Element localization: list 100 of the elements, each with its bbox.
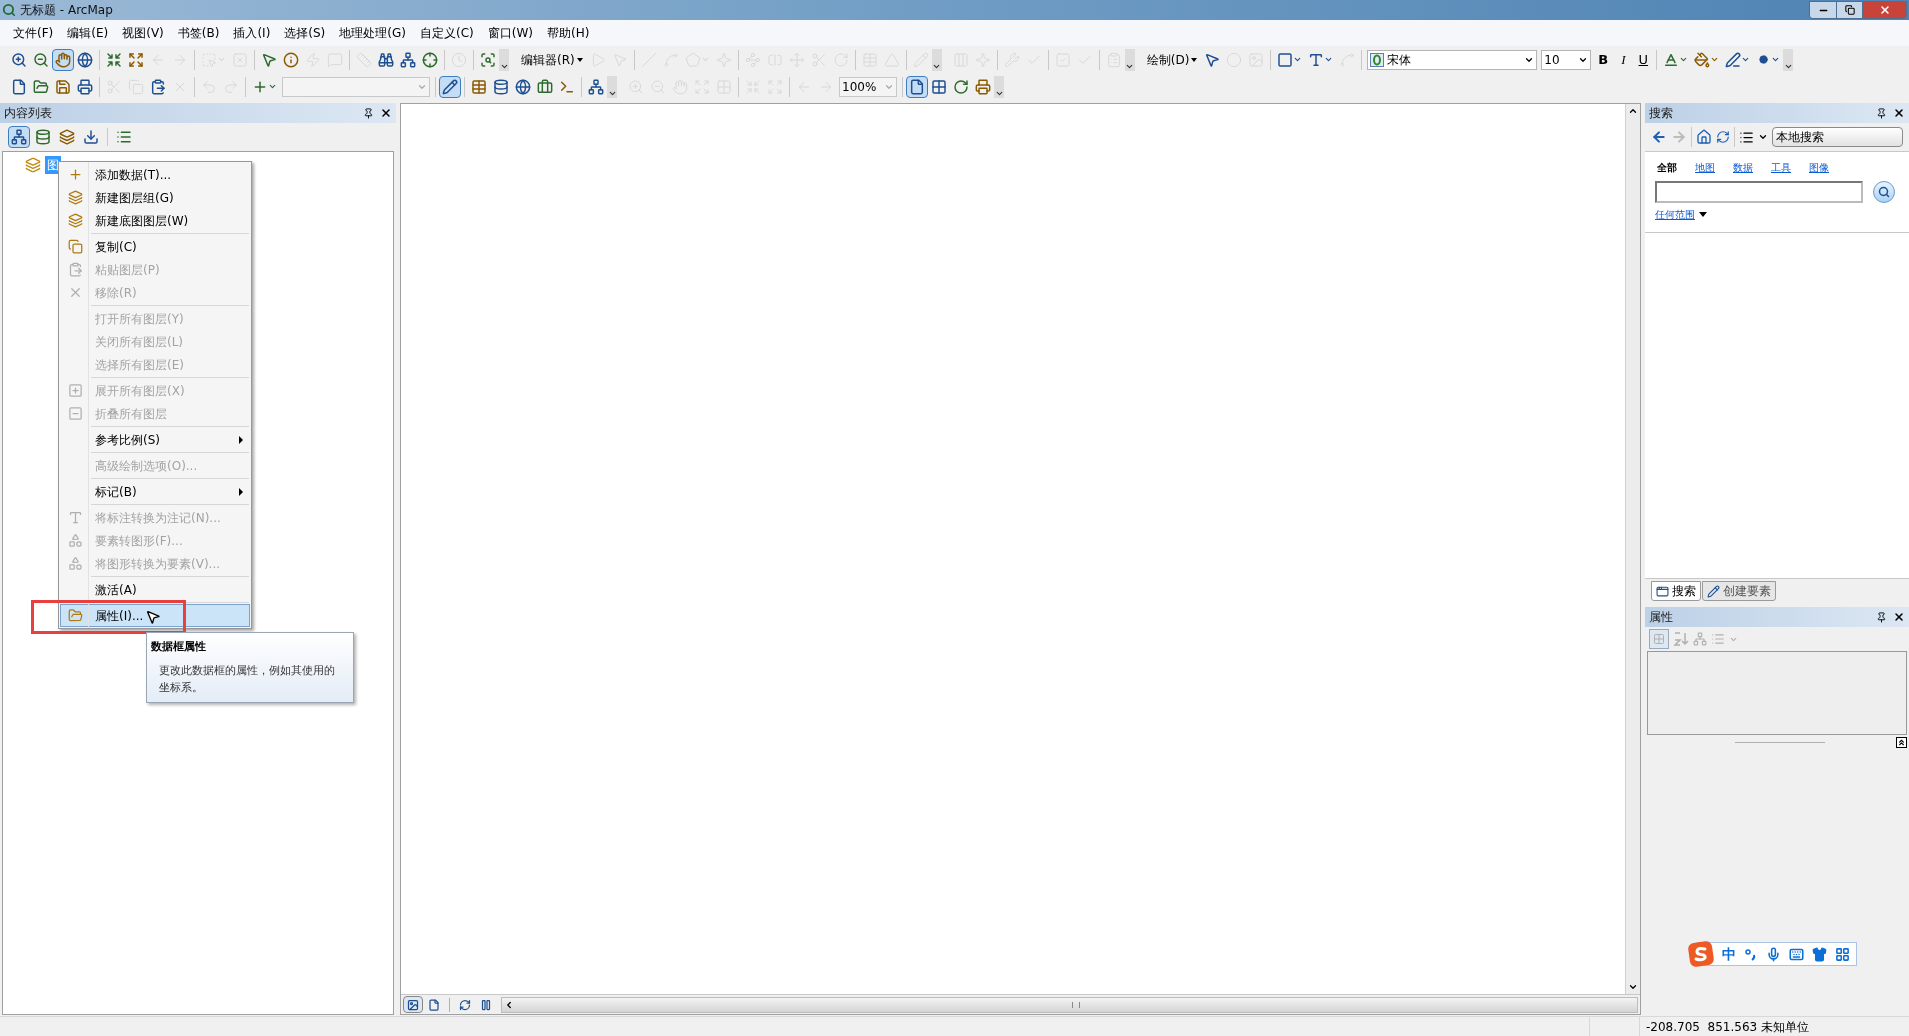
home-icon[interactable]	[1696, 129, 1712, 145]
toolbar-menu[interactable]: 绘制(D)	[1142, 48, 1202, 71]
filter-link[interactable]: 数据	[1733, 160, 1753, 175]
search-field[interactable]	[1655, 181, 1863, 203]
window-title: 无标题 - ArcMap	[20, 2, 113, 19]
toolbar-menu[interactable]: 编辑器(R)	[517, 48, 587, 71]
combo-box[interactable]: 宋体	[1367, 49, 1538, 70]
file-icon[interactable]	[906, 75, 928, 98]
combo-value: 宋体	[1387, 51, 1413, 69]
scroll-down-icon[interactable]	[1628, 982, 1638, 992]
paste-icon	[67, 262, 83, 277]
combo-box[interactable]: 100%	[839, 76, 897, 97]
scroll-up-icon[interactable]	[1628, 106, 1638, 116]
folder-icon	[67, 608, 83, 623]
copy-icon	[67, 239, 83, 254]
overflow-icon[interactable]	[994, 75, 1004, 98]
overflow-icon[interactable]	[499, 48, 509, 71]
pencil-icon	[1707, 584, 1720, 598]
expand-icon[interactable]	[1896, 736, 1907, 748]
panel-title: 属性	[1649, 609, 1674, 626]
caret-icon[interactable]	[1758, 132, 1768, 142]
app-icon	[2, 3, 16, 17]
format-button[interactable]: B	[1593, 48, 1614, 71]
tooltip-text: 更改此数据框的属性，例如其使用的坐标系。	[159, 662, 335, 696]
panel-title: 搜索	[1649, 105, 1674, 122]
letter-icon	[67, 510, 83, 525]
pin-icon[interactable]	[1876, 107, 1887, 119]
cursor-icon	[145, 609, 161, 625]
format-button[interactable]: U	[1633, 48, 1654, 71]
restore-icon	[1844, 5, 1855, 15]
tooltip-title: 数据框属性	[151, 639, 207, 655]
menu-bar-item[interactable]: 插入(I)	[226, 22, 278, 44]
scope-dropdown[interactable]: 本地搜索	[1772, 127, 1903, 147]
filter-link[interactable]: 图像	[1809, 160, 1829, 175]
menu-item[interactable]: 复制(C)	[60, 235, 250, 258]
shapes-icon	[67, 556, 83, 571]
layers-icon	[67, 190, 83, 205]
close-icon[interactable]	[1893, 107, 1905, 119]
search-icon	[1878, 186, 1890, 198]
ime-mode[interactable]: 中	[1722, 943, 1736, 965]
format-button[interactable]: I	[1613, 48, 1634, 71]
overflow-icon[interactable]	[607, 75, 617, 98]
menu-item[interactable]: 新建底图图层(W)	[60, 209, 250, 232]
dock-tab[interactable]: 创建要素	[1702, 581, 1776, 601]
panel-title: 内容列表	[4, 105, 53, 122]
refresh-icon[interactable]	[1716, 130, 1730, 144]
punctuation-icon[interactable]	[1744, 947, 1758, 961]
search-button[interactable]	[1873, 181, 1895, 203]
submenu-arrow-icon	[239, 487, 243, 496]
menu-bar-item[interactable]: 书签(B)	[170, 22, 227, 44]
shapes-icon	[67, 533, 83, 548]
window-icon	[1656, 584, 1669, 598]
tab-label: 搜索	[1672, 583, 1696, 600]
plus-icon	[67, 167, 83, 182]
image-icon[interactable]	[403, 996, 423, 1013]
menu-bar-item[interactable]: 地理处理(G)	[332, 22, 413, 44]
menu-item[interactable]: 激活(A)	[60, 578, 250, 601]
menu-bar-item[interactable]: 窗口(W)	[480, 22, 540, 44]
combo-value: 10	[1544, 51, 1561, 69]
vertical-scrollbar[interactable]	[1625, 104, 1640, 994]
shirt-icon[interactable]	[1812, 946, 1827, 962]
scroll-left-icon[interactable]	[504, 999, 514, 1010]
extent-link[interactable]: 任何范围	[1655, 207, 1695, 222]
combo-box[interactable]: 10	[1541, 49, 1592, 70]
ime-logo-icon[interactable]	[1688, 941, 1714, 967]
microphone-icon[interactable]	[1766, 946, 1781, 962]
menu-item[interactable]: 参考比例(S)	[60, 428, 250, 451]
hand-icon[interactable]	[52, 48, 74, 71]
close-icon[interactable]	[1893, 611, 1905, 623]
menu-bar-item[interactable]: 帮助(H)	[539, 22, 597, 44]
menu-item[interactable]: 标记(B)	[60, 480, 250, 503]
horizontal-scrollbar[interactable]	[501, 996, 1638, 1013]
filter-link[interactable]: 工具	[1771, 160, 1791, 175]
list-icon[interactable]	[1739, 129, 1754, 145]
filter-link[interactable]: 全部	[1657, 160, 1677, 175]
menu-bar-item[interactable]: 视图(V)	[115, 22, 171, 44]
keyboard-icon[interactable]	[1789, 946, 1804, 962]
restore-button[interactable]	[1836, 2, 1862, 18]
menu-bar-item[interactable]: 文件(F)	[6, 22, 61, 44]
menu-item[interactable]: 属性(I)...	[60, 604, 250, 627]
dock-tab[interactable]: 搜索	[1651, 581, 1701, 601]
pencil-icon[interactable]	[439, 75, 461, 98]
menu-bar-item[interactable]: 选择(S)	[277, 22, 333, 44]
back-icon[interactable]	[1651, 129, 1667, 145]
combo-value: 100%	[842, 78, 878, 96]
menu-item[interactable]: 添加数据(T)...	[60, 163, 250, 186]
overflow-icon[interactable]	[1783, 48, 1794, 71]
coordinates-readout: -208.705 851.563 未知单位	[1646, 1018, 1810, 1036]
overflow-icon[interactable]	[1124, 48, 1135, 71]
menu-bar-item[interactable]: 自定义(C)	[412, 22, 481, 44]
network-icon[interactable]	[8, 126, 30, 148]
pin-icon[interactable]	[363, 107, 374, 119]
grid-icon[interactable]	[1835, 946, 1850, 962]
filter-link[interactable]: 地图	[1695, 160, 1715, 175]
menu-bar-item[interactable]: 编辑(E)	[60, 22, 116, 44]
menu-item[interactable]: 新建图层组(G)	[60, 186, 250, 209]
close-icon[interactable]	[380, 107, 392, 119]
font-icon	[1370, 52, 1385, 67]
pin-icon[interactable]	[1876, 611, 1887, 623]
layers-icon	[67, 213, 83, 228]
